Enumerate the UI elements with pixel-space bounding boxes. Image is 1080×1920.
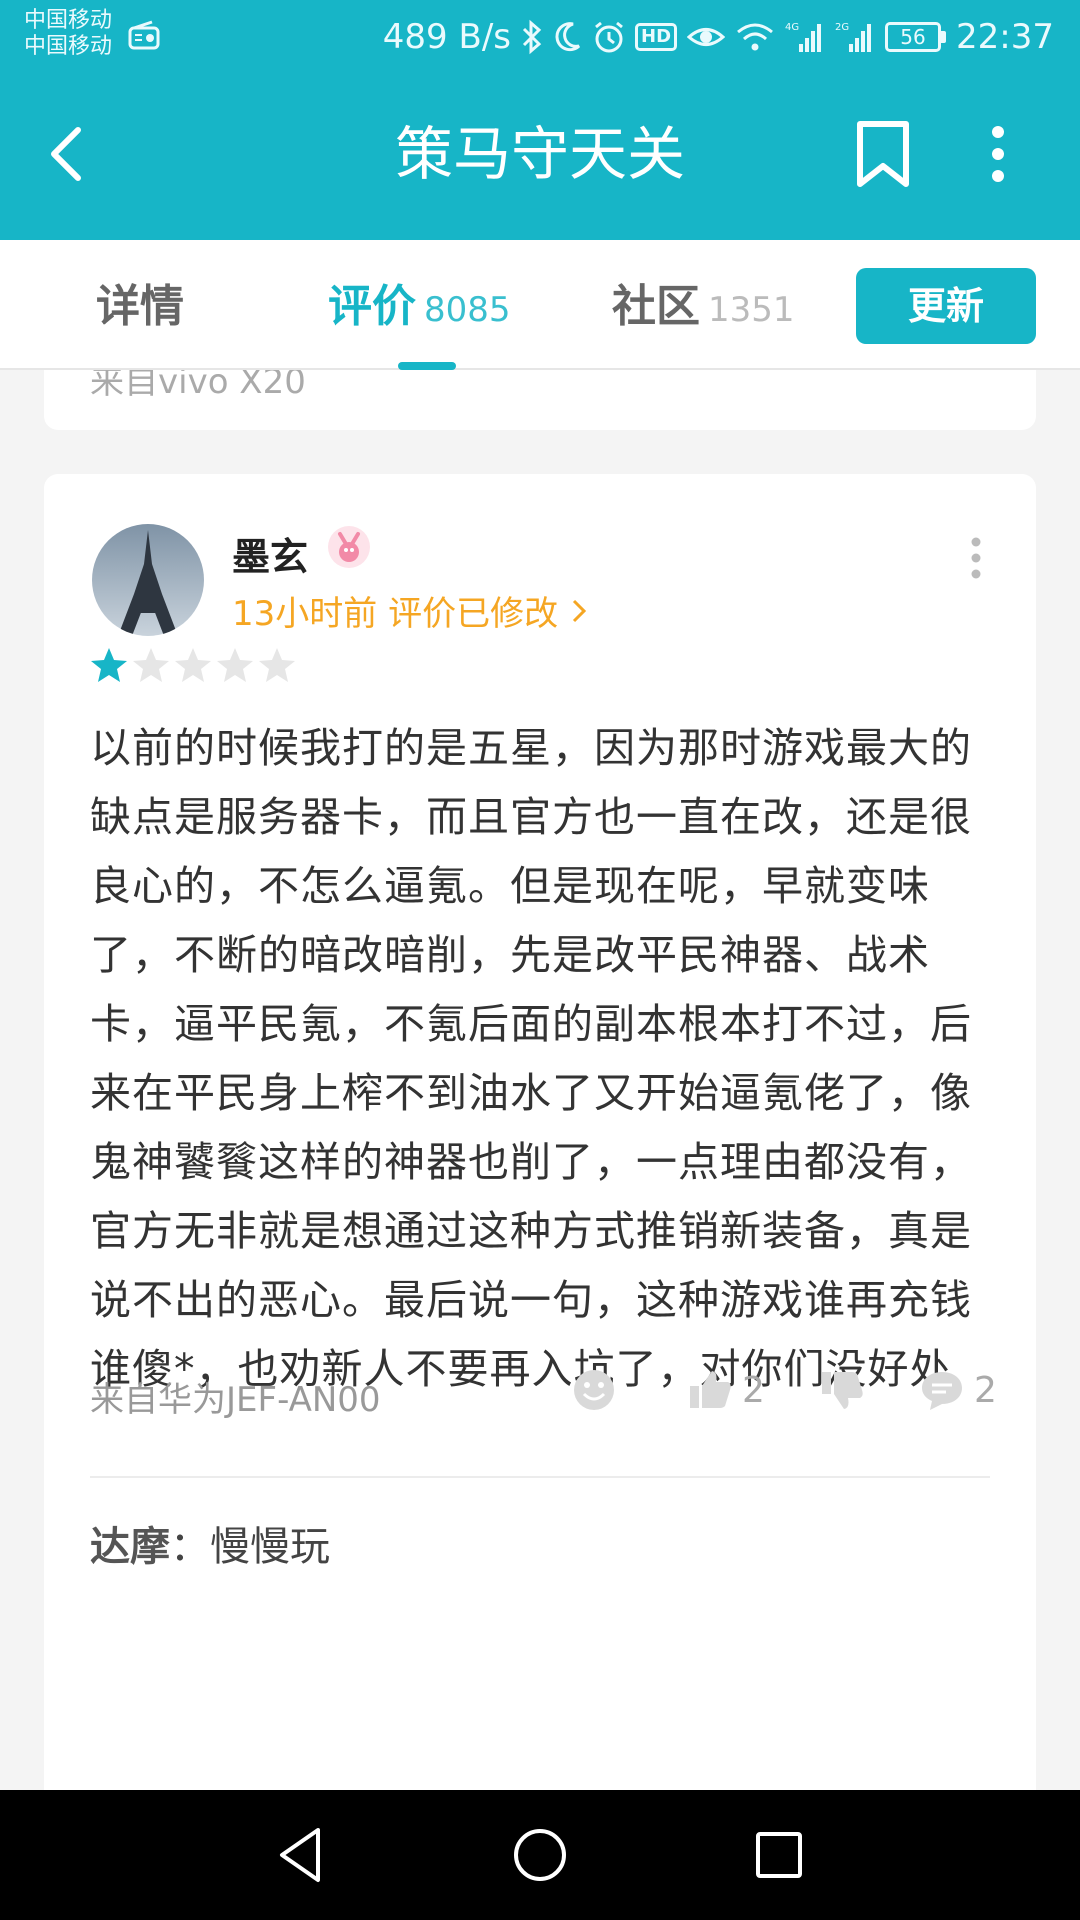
- review-meta-text: 13小时前 评价已修改: [232, 594, 559, 634]
- tab-indicator: [398, 362, 456, 370]
- avatar[interactable]: [92, 524, 204, 636]
- thumb-down-icon[interactable]: [852, 370, 894, 384]
- alarm-icon: [595, 21, 623, 53]
- wifi-icon: [737, 23, 773, 51]
- review-meta[interactable]: 13小时前 评价已修改: [232, 586, 588, 635]
- thumb-down-icon: [822, 1372, 863, 1409]
- user-badge-icon: [328, 526, 370, 568]
- emoji-button[interactable]: [572, 1368, 616, 1412]
- battery-level: 56: [885, 22, 942, 52]
- reply-preview[interactable]: 达摩：慢慢玩: [90, 1514, 330, 1572]
- nav-back-icon[interactable]: [268, 1822, 334, 1888]
- title-bar: 策马守天关: [0, 76, 1080, 240]
- radio-icon: [128, 20, 160, 50]
- star-empty-icon: [175, 648, 211, 682]
- svg-text:4G: 4G: [785, 22, 799, 33]
- review-card: 墨玄 13小时前 评价已修改 以前的时候我打的是五星，因为那时游戏最大的缺点是服…: [44, 474, 1036, 1790]
- reply-text: ：慢慢玩: [170, 1524, 330, 1570]
- page-title: 策马守天关: [394, 120, 685, 188]
- status-icons: 489 B/s HD 4G 2G 56 22:37: [383, 14, 1054, 60]
- signal-2g-icon: 2G: [835, 22, 872, 52]
- like-count: 2: [742, 1369, 765, 1411]
- comment-icon: [922, 1372, 962, 1410]
- review-list[interactable]: 来自vivo X20 墨玄 13小时前 评价已修改 以前的时候我打的是五星，因为…: [0, 370, 1080, 1790]
- comment-button[interactable]: 2: [920, 1368, 997, 1412]
- comment-count: 2: [974, 1369, 997, 1411]
- tab-reviews[interactable]: 评价 8085: [328, 270, 511, 340]
- tab-count: 8085: [424, 290, 511, 330]
- review-footer: 来自华为JEF-AN00 2 2: [90, 1354, 997, 1434]
- chevron-right-icon: [573, 599, 587, 622]
- tab-count: 1351: [708, 290, 795, 330]
- carrier-info: 中国移动 中国移动: [24, 8, 112, 60]
- tab-label: 评价: [328, 281, 416, 332]
- emoji-icon: [574, 1370, 614, 1410]
- divider: [90, 1476, 990, 1478]
- tab-community[interactable]: 社区 1351: [612, 270, 795, 340]
- emoji-icon[interactable]: [648, 370, 690, 384]
- status-bar: 中国移动 中国移动 489 B/s HD 4G 2G 56 22:37: [0, 0, 1080, 76]
- review-text: 以前的时候我打的是五星，因为那时游戏最大的缺点是服务器卡，而且官方也一直在改，还…: [90, 724, 972, 1393]
- thumb-up-icon: [690, 1371, 731, 1408]
- star-empty-icon: [133, 648, 169, 682]
- bookmark-icon[interactable]: [852, 118, 914, 190]
- hd-icon: HD: [635, 23, 678, 51]
- tab-label: 详情: [96, 281, 184, 332]
- moon-icon: [555, 22, 581, 52]
- bluetooth-icon: [522, 19, 542, 55]
- network-speed: 489 B/s: [382, 17, 511, 57]
- more-vertical-icon[interactable]: [978, 118, 1018, 190]
- star-filled-icon: [91, 648, 127, 682]
- update-button[interactable]: 更新: [856, 268, 1036, 344]
- reply-user: 达摩: [90, 1524, 170, 1570]
- user-name[interactable]: 墨玄: [232, 526, 308, 581]
- tab-label: 社区: [612, 281, 700, 332]
- system-nav-bar: [0, 1790, 1080, 1920]
- star-rating: [90, 646, 296, 684]
- comment-icon[interactable]: [954, 370, 996, 384]
- previous-review-card: 来自vivo X20: [44, 370, 1036, 430]
- app-header: 中国移动 中国移动 489 B/s HD 4G 2G 56 22:37 策马守天…: [0, 0, 1080, 240]
- battery-icon: 56: [885, 22, 947, 52]
- nav-recents-icon[interactable]: [746, 1822, 812, 1888]
- tab-details[interactable]: 详情: [96, 270, 184, 340]
- device-label: 来自vivo X20: [90, 370, 306, 402]
- tab-bar: 详情 评价 8085 社区 1351 更新: [0, 240, 1080, 370]
- carrier-2: 中国移动: [24, 34, 113, 59]
- thumb-up-icon[interactable]: [750, 370, 792, 384]
- svg-text:2G: 2G: [835, 22, 849, 33]
- star-empty-icon: [259, 648, 295, 682]
- review-menu-icon[interactable]: [968, 536, 984, 580]
- star-empty-icon: [217, 648, 253, 682]
- dislike-button[interactable]: [820, 1368, 864, 1412]
- like-button[interactable]: 2: [688, 1368, 765, 1412]
- eye-icon: [687, 28, 726, 46]
- signal-4g-icon: 4G: [785, 22, 822, 52]
- carrier-1: 中国移动: [24, 8, 113, 33]
- clock: 22:37: [956, 17, 1054, 57]
- device-label: 来自华为JEF-AN00: [90, 1380, 381, 1420]
- review-actions: [648, 370, 996, 384]
- nav-home-icon[interactable]: [507, 1822, 573, 1888]
